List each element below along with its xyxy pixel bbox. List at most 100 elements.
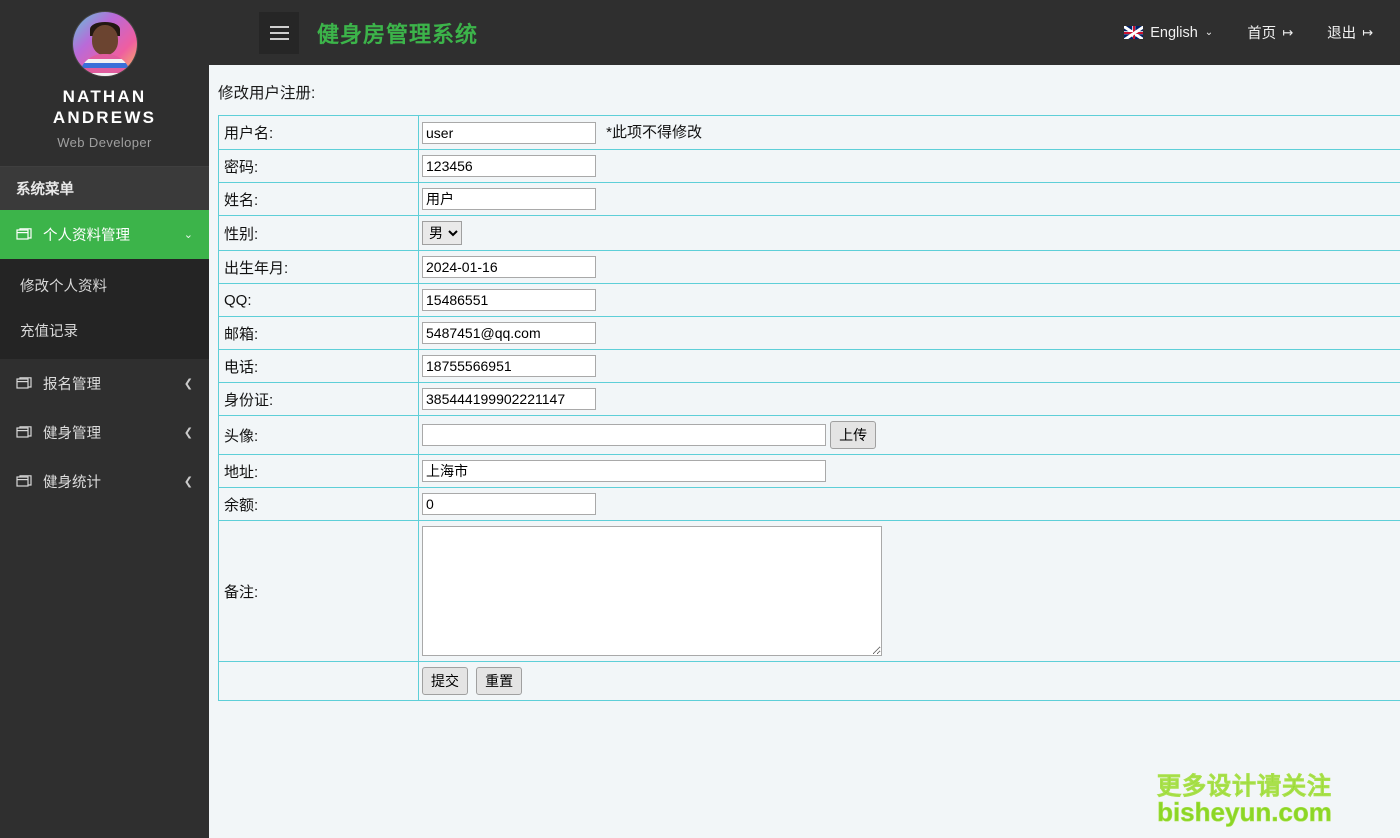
label-gender: 性别: [218, 215, 419, 252]
sidebar-item-fitness-statistics[interactable]: 健身统计 ❮ [0, 457, 209, 506]
chevron-left-icon: ❮ [183, 476, 193, 488]
form-row-phone: 电话: [218, 349, 1400, 384]
username-note: *此项不得修改 [606, 124, 703, 141]
label-remark: 备注: [218, 520, 419, 663]
profile-role: Web Developer [57, 135, 152, 150]
field-birthdate [418, 250, 1400, 285]
label-name: 姓名: [218, 182, 419, 217]
hamburger-bar [269, 37, 289, 40]
label-password: 密码: [218, 149, 419, 184]
home-label: 首页 [1247, 26, 1277, 42]
field-address [418, 454, 1400, 489]
label-qq: QQ: [218, 283, 419, 318]
name-input[interactable] [422, 188, 596, 211]
upload-button[interactable]: 上传 [830, 421, 877, 450]
sidebar-menu: 个人资料管理 ⌄ 修改个人资料 充值记录 报名管理 ❮ 健身管理 ❮ 健身统计 … [0, 210, 209, 506]
field-phone [418, 349, 1400, 384]
uk-flag-icon [1124, 26, 1144, 39]
email-input[interactable] [422, 322, 596, 345]
chevron-down-icon: ⌄ [183, 229, 193, 241]
form-actions: 提交 重置 [418, 661, 1400, 702]
home-link[interactable]: 首页 ↦ [1247, 22, 1293, 43]
form-row-username: 用户名: *此项不得修改 [218, 114, 1400, 151]
form-row-email: 邮箱: [218, 316, 1400, 351]
gender-select[interactable]: 男 女 [422, 221, 462, 246]
label-username: 用户名: [218, 114, 419, 151]
sidebar-item-fitness-management[interactable]: 健身管理 ❮ [0, 408, 209, 457]
submit-button[interactable]: 提交 [422, 667, 468, 696]
username-input[interactable] [422, 122, 596, 145]
birthdate-input[interactable] [422, 256, 596, 279]
label-birthdate: 出生年月: [218, 250, 419, 285]
form-row-remark: 备注: [218, 520, 1400, 663]
field-email [418, 316, 1400, 351]
address-input[interactable] [422, 460, 826, 483]
user-registration-form: 用户名: *此项不得修改 密码: 姓名: [218, 114, 1400, 702]
sidebar-submenu: 修改个人资料 充值记录 [0, 259, 209, 359]
language-label: English [1150, 24, 1198, 41]
field-idcard [418, 382, 1400, 417]
qq-input[interactable] [422, 289, 596, 312]
language-selector[interactable]: English ⌄ [1124, 25, 1213, 41]
field-password [418, 149, 1400, 184]
sidebar-item-registration-management[interactable]: 报名管理 ❮ [0, 359, 209, 408]
sidebar-item-label: 健身管理 [43, 426, 101, 442]
field-gender: 男 女 [418, 215, 1400, 252]
form-row-qq: QQ: [218, 283, 1400, 318]
label-avatar: 头像: [218, 415, 419, 456]
sidebar: NATHAN ANDREWS Web Developer 系统菜单 个人资料管理… [0, 0, 209, 838]
logout-label: 退出 [1327, 26, 1357, 42]
field-balance [418, 487, 1400, 522]
folder-icon [16, 474, 32, 489]
field-avatar: 上传 [418, 415, 1400, 456]
profile-block: NATHAN ANDREWS Web Developer [0, 0, 209, 166]
arrow-right-icon: ↦ [1282, 24, 1294, 40]
top-header: 健身房管理系统 English ⌄ 首页 ↦ 退出 ↦ [209, 0, 1400, 65]
profile-name: NATHAN ANDREWS [0, 86, 209, 128]
sidebar-item-label: 健身统计 [43, 475, 101, 491]
label-idcard: 身份证: [218, 382, 419, 417]
label-balance: 余额: [218, 487, 419, 522]
password-input[interactable] [422, 155, 596, 178]
avatar-body [78, 54, 131, 76]
phone-input[interactable] [422, 355, 596, 378]
watermark: 更多设计请关注 bisheyun.com [1157, 772, 1333, 827]
header-actions: English ⌄ 首页 ↦ 退出 ↦ [1090, 22, 1400, 43]
sidebar-menu-title: 系统菜单 [0, 166, 209, 210]
profile-name-line1: NATHAN [62, 87, 147, 106]
hamburger-bar [269, 31, 289, 34]
sidebar-item-profile-management[interactable]: 个人资料管理 ⌄ [0, 210, 209, 259]
sidebar-subitem-edit-profile[interactable]: 修改个人资料 [0, 263, 209, 308]
form-row-password: 密码: [218, 149, 1400, 184]
balance-input[interactable] [422, 493, 596, 516]
folder-icon [16, 376, 32, 391]
form-row-name: 姓名: [218, 182, 1400, 217]
main-content: 修改用户注册: 用户名: *此项不得修改 密码: 姓名: [209, 65, 1400, 838]
profile-name-line2: ANDREWS [52, 108, 157, 127]
chevron-down-icon: ⌄ [1204, 27, 1214, 38]
form-row-gender: 性别: 男 女 [218, 215, 1400, 252]
reset-button[interactable]: 重置 [476, 667, 523, 696]
idcard-input[interactable] [422, 388, 596, 411]
chevron-left-icon: ❮ [183, 378, 193, 390]
watermark-line-2: bisheyun.com [1157, 796, 1332, 827]
logout-link[interactable]: 退出 ↦ [1327, 22, 1373, 43]
form-row-address: 地址: [218, 454, 1400, 489]
form-row-avatar: 头像: 上传 [218, 415, 1400, 456]
field-name [418, 182, 1400, 217]
label-email: 邮箱: [218, 316, 419, 351]
sidebar-subitem-recharge-records[interactable]: 充值记录 [0, 308, 209, 353]
brand-title: 健身房管理系统 [317, 21, 479, 47]
form-row-birthdate: 出生年月: [218, 250, 1400, 285]
field-username: *此项不得修改 [418, 114, 1400, 151]
folder-icon [16, 425, 32, 440]
form-row-actions: 提交 重置 [218, 661, 1400, 702]
avatar-path-input[interactable] [422, 424, 826, 447]
remark-textarea[interactable] [422, 526, 882, 657]
chevron-left-icon: ❮ [183, 427, 193, 439]
sidebar-item-label: 个人资料管理 [43, 228, 130, 244]
avatar [72, 12, 137, 76]
field-remark [418, 520, 1400, 663]
watermark-line-1: 更多设计请关注 [1157, 772, 1332, 800]
hamburger-icon[interactable] [259, 11, 299, 54]
